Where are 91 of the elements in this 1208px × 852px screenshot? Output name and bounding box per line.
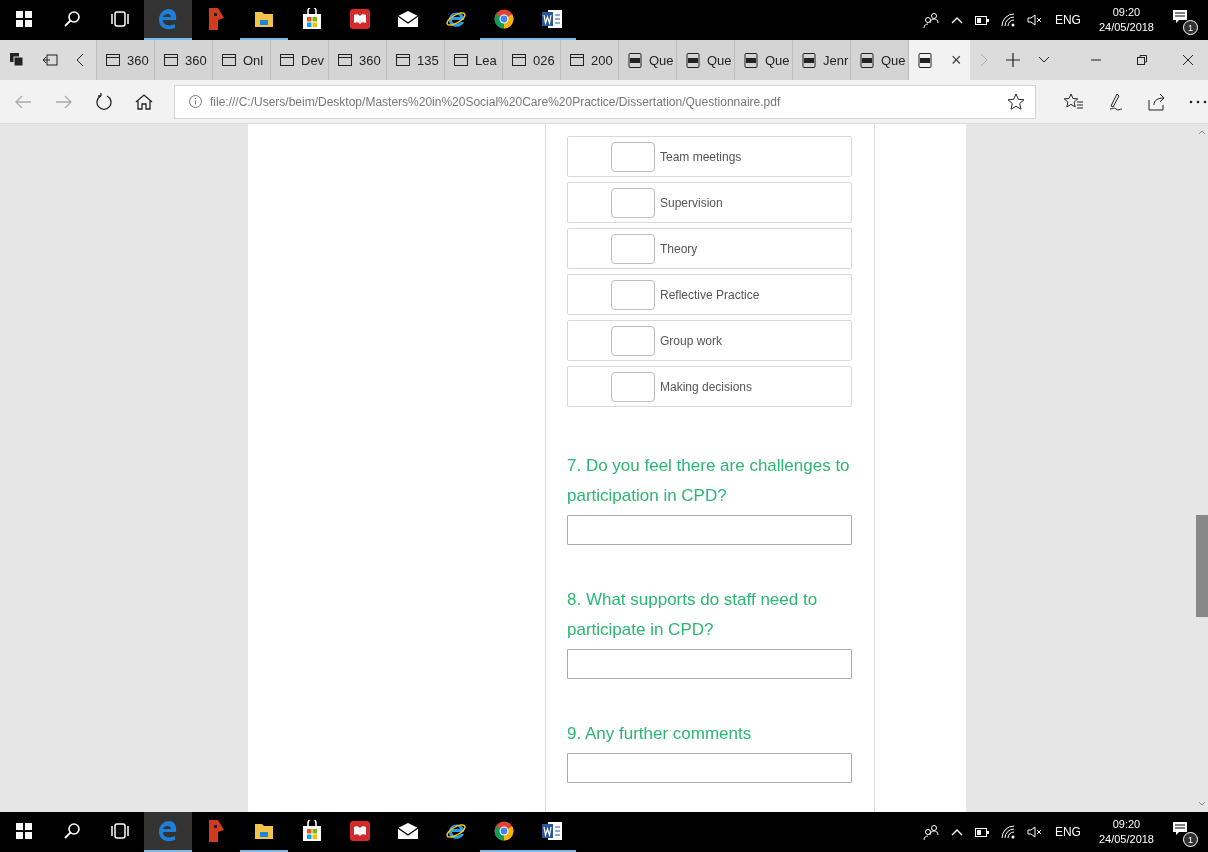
people-icon[interactable] xyxy=(922,824,939,840)
checkbox[interactable] xyxy=(611,187,655,218)
pdf-icon xyxy=(860,52,874,68)
scroll-left-icon[interactable] xyxy=(76,53,84,67)
clock[interactable]: 09:20 24/05/2018 xyxy=(1098,817,1154,847)
question-text: 8. What supports do staff need to participate in CPD? xyxy=(567,589,819,641)
browser-tab[interactable]: Lea xyxy=(444,40,502,80)
page-icon xyxy=(512,54,526,66)
answer-field[interactable] xyxy=(567,649,852,679)
option-row[interactable]: Team meetings xyxy=(567,136,852,177)
answer-field[interactable] xyxy=(567,515,852,545)
language-indicator[interactable]: ENG xyxy=(1054,825,1081,839)
option-label: Making decisions xyxy=(660,379,753,394)
checkbox[interactable] xyxy=(611,233,655,264)
option-row[interactable]: Reflective Practice xyxy=(567,274,852,315)
tabs-aside-icon[interactable] xyxy=(10,53,24,67)
pdf-icon xyxy=(628,52,642,68)
checkbox[interactable] xyxy=(611,325,655,356)
browser-tab[interactable]: Que xyxy=(618,40,676,80)
notification-icon xyxy=(1172,9,1188,25)
scroll-up-icon[interactable] xyxy=(1198,130,1206,135)
browser-tab[interactable]: 135 xyxy=(386,40,444,80)
pdf-icon xyxy=(744,52,758,68)
browser-tab[interactable]: 360 xyxy=(328,40,386,80)
pen-icon[interactable] xyxy=(1107,92,1125,111)
refresh-icon[interactable] xyxy=(96,92,112,111)
page-icon xyxy=(338,54,352,66)
scroll-down-icon[interactable] xyxy=(1198,801,1206,806)
address-field[interactable]: file:///C:/Users/beim/Desktop/Masters%20in%20Social%20Care%20Practice/Dissertation/Questionnaire.pdf xyxy=(174,84,1036,119)
people-icon[interactable] xyxy=(922,12,939,28)
option-row[interactable]: Theory xyxy=(567,228,852,269)
checkbox[interactable] xyxy=(611,279,655,310)
muted-speaker-icon[interactable] xyxy=(1026,826,1043,838)
option-label: Reflective Practice xyxy=(660,287,760,302)
page-icon xyxy=(396,54,410,66)
browser-tab[interactable]: Jenr xyxy=(792,40,850,80)
browser-tab[interactable]: 360 xyxy=(96,40,154,80)
battery-icon[interactable] xyxy=(974,15,989,25)
option-row[interactable]: Supervision xyxy=(567,182,852,223)
clock[interactable]: 09:20 24/05/2018 xyxy=(1098,5,1154,35)
wifi-icon[interactable] xyxy=(1000,825,1015,839)
pdf-icon xyxy=(918,52,932,68)
checkbox[interactable] xyxy=(611,141,655,172)
option-label: Supervision xyxy=(660,195,723,210)
chevron-down-icon[interactable] xyxy=(1038,56,1050,64)
question-text: 9. Any further comments xyxy=(567,723,753,745)
option-label: Group work xyxy=(660,333,723,348)
browser-tab[interactable]: Que xyxy=(850,40,908,80)
pdf-icon xyxy=(686,52,700,68)
restore-icon[interactable] xyxy=(1136,54,1148,66)
page-icon xyxy=(570,54,584,66)
page-icon xyxy=(106,54,120,66)
browser-tab[interactable]: × xyxy=(908,40,970,80)
star-icon[interactable] xyxy=(1007,92,1025,111)
option-label: Team meetings xyxy=(660,149,742,164)
browser-icon[interactable] xyxy=(144,0,192,40)
checkbox[interactable] xyxy=(611,371,655,402)
page-icon xyxy=(222,54,236,66)
page-icon xyxy=(280,54,294,66)
info-icon[interactable] xyxy=(189,95,202,108)
notification-icon xyxy=(1172,821,1188,837)
page-icon xyxy=(164,54,178,66)
more-icon[interactable] xyxy=(1189,99,1207,104)
favorites-icon[interactable] xyxy=(1064,92,1084,111)
browser-tab[interactable]: Que xyxy=(734,40,792,80)
option-row[interactable]: Group work xyxy=(567,320,852,361)
browser-tab[interactable]: Que xyxy=(676,40,734,80)
wifi-icon[interactable] xyxy=(1000,13,1015,27)
pdf-icon xyxy=(802,52,816,68)
new-tab-icon[interactable] xyxy=(1006,53,1020,67)
browser-tab[interactable]: Dev xyxy=(270,40,328,80)
scrollbar-thumb[interactable] xyxy=(1196,515,1208,617)
option-label: Theory xyxy=(660,241,698,256)
close-icon[interactable] xyxy=(1182,54,1194,66)
chevron-up-icon[interactable] xyxy=(950,16,963,24)
share-icon[interactable] xyxy=(1148,92,1166,111)
browser-icon[interactable] xyxy=(144,812,192,852)
chevron-up-icon[interactable] xyxy=(950,828,963,836)
set-aside-icon[interactable] xyxy=(42,54,58,66)
browser-tab[interactable]: 026 xyxy=(502,40,560,80)
language-indicator[interactable]: ENG xyxy=(1054,13,1081,27)
page-icon xyxy=(454,54,468,66)
muted-speaker-icon[interactable] xyxy=(1026,14,1043,26)
browser-tab[interactable]: 360 xyxy=(154,40,212,80)
answer-field[interactable] xyxy=(567,753,852,783)
battery-icon[interactable] xyxy=(974,827,989,837)
browser-tab[interactable]: Onl xyxy=(212,40,270,80)
browser-tab[interactable]: 200 xyxy=(560,40,618,80)
home-icon[interactable] xyxy=(135,93,153,110)
question-text: 7. Do you feel there are challenges to participation in CPD? xyxy=(567,455,851,507)
option-row[interactable]: Making decisions xyxy=(567,366,852,407)
